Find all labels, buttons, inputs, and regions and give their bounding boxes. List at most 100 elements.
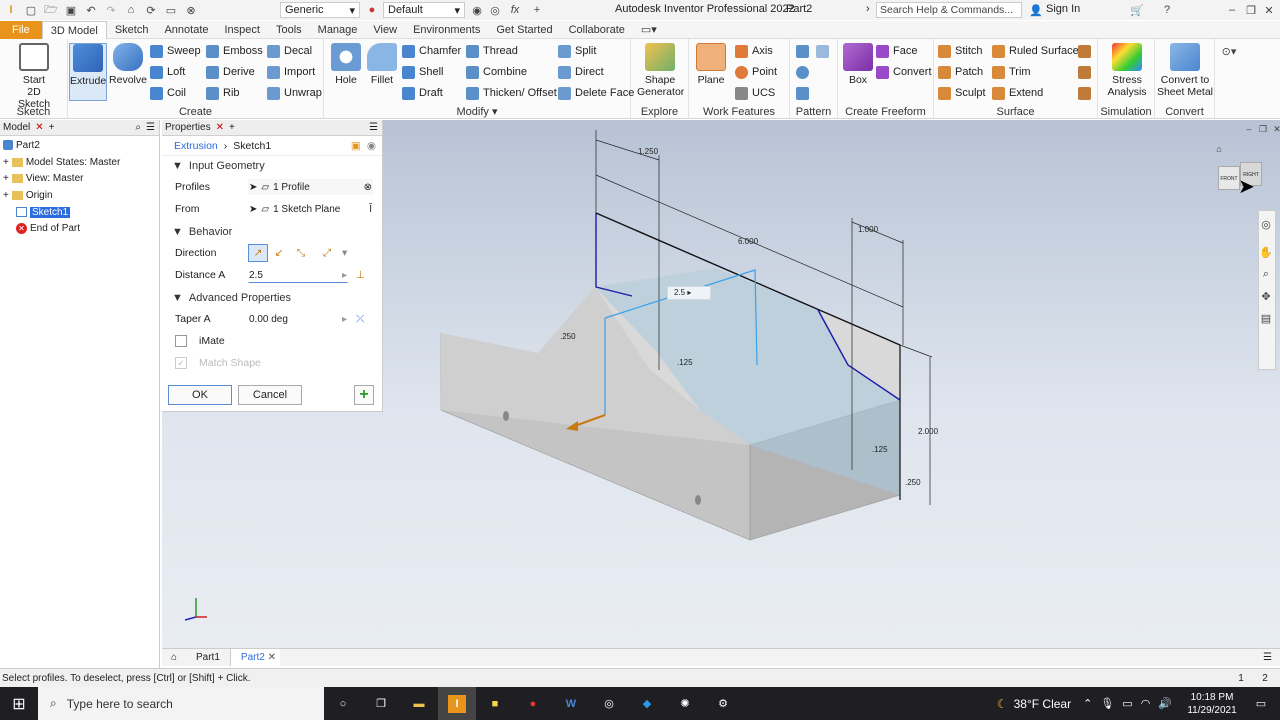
- app-logo-icon[interactable]: I: [4, 3, 18, 17]
- chevron-down-icon[interactable]: ▾: [342, 247, 347, 259]
- tree-item-part2[interactable]: Part2: [0, 137, 159, 154]
- direction-symmetric-button[interactable]: ⤡: [290, 247, 312, 260]
- obs-icon[interactable]: ◎: [590, 687, 628, 720]
- microphone-icon[interactable]: 🎙: [1100, 697, 1114, 710]
- pan-icon[interactable]: ✋: [1259, 245, 1273, 259]
- weather-widget[interactable]: ☾ 38°F Clear: [997, 697, 1071, 711]
- expand-icon[interactable]: +: [3, 173, 9, 184]
- tree-item-model-states[interactable]: + Model States: Master: [0, 154, 159, 171]
- user-icon[interactable]: 👤: [1029, 3, 1043, 17]
- help-icon[interactable]: ?: [1160, 3, 1174, 17]
- ribbon-options-icon[interactable]: ▭▾: [633, 21, 665, 39]
- maximize-icon[interactable]: ❐: [1244, 3, 1258, 17]
- tab-sketch[interactable]: Sketch: [107, 21, 157, 39]
- expand-icon[interactable]: +: [3, 157, 9, 168]
- behavior-section[interactable]: ▼ Behavior: [162, 222, 382, 242]
- close-icon[interactable]: ✕: [35, 122, 43, 133]
- extend-button[interactable]: Extend: [992, 84, 1043, 102]
- material-icon[interactable]: ⊗: [184, 3, 198, 17]
- tree-item-view[interactable]: + View: Master: [0, 170, 159, 187]
- derive-button[interactable]: Derive: [206, 63, 255, 81]
- clear-override-icon[interactable]: ◎: [488, 3, 502, 17]
- distance-input[interactable]: 2.5 ▸: [248, 267, 348, 283]
- dim-label[interactable]: .125: [677, 358, 693, 367]
- advanced-properties-section[interactable]: ▼ Advanced Properties: [162, 288, 382, 308]
- sign-in-link[interactable]: Sign In: [1046, 3, 1080, 15]
- start-2d-sketch-button[interactable]: Start 2D Sketch: [12, 43, 56, 110]
- close-icon[interactable]: ✕: [216, 122, 224, 133]
- unwrap-button[interactable]: Unwrap: [267, 84, 322, 102]
- tab-view[interactable]: View: [365, 21, 405, 39]
- combine-button[interactable]: Combine: [466, 63, 527, 81]
- dim-label[interactable]: 1.250: [638, 147, 658, 156]
- cart-icon[interactable]: 🛒: [1130, 3, 1144, 17]
- thicken-offset-button[interactable]: Thicken/ Offset: [466, 84, 557, 102]
- thread-button[interactable]: Thread: [466, 42, 518, 60]
- direction-flipped-button[interactable]: ↙: [268, 247, 290, 259]
- task-view-icon[interactable]: ❐: [362, 687, 400, 720]
- close-icon[interactable]: ✕: [268, 652, 276, 663]
- tab-3d-model[interactable]: 3D Model: [41, 20, 107, 39]
- doc-tab-part2[interactable]: Part2 ✕: [230, 649, 280, 666]
- home-view-icon[interactable]: ⌂: [1212, 142, 1226, 156]
- direction-asymmetric-button[interactable]: ⤢: [312, 247, 342, 260]
- fillet-button[interactable]: Fillet: [362, 43, 402, 86]
- plus-icon[interactable]: +: [530, 3, 544, 17]
- minimize-icon[interactable]: –: [1225, 3, 1239, 17]
- preview-eye-icon[interactable]: ◉: [367, 140, 382, 152]
- orbit-icon[interactable]: ✥: [1259, 289, 1273, 303]
- update-icon[interactable]: ⟳: [144, 3, 158, 17]
- ok-button[interactable]: OK: [168, 385, 232, 405]
- new-icon[interactable]: ▢: [24, 3, 38, 17]
- revolve-button[interactable]: Revolve: [108, 43, 148, 86]
- loft-button[interactable]: Loft: [150, 63, 185, 81]
- input-geometry-section[interactable]: ▼ Input Geometry: [162, 156, 382, 176]
- profiles-selector[interactable]: ➤ ▱ 1 Profile ⊗: [248, 179, 373, 195]
- cortana-icon[interactable]: ○: [324, 687, 362, 720]
- direction-default-button[interactable]: ↗: [248, 244, 268, 262]
- save-icon[interactable]: ▣: [64, 3, 78, 17]
- convert-button[interactable]: Convert: [876, 63, 932, 81]
- adjust-icon[interactable]: ◉: [470, 3, 484, 17]
- dim-label[interactable]: 6.000: [738, 237, 758, 246]
- close-icon[interactable]: ✕: [1262, 3, 1276, 17]
- tree-item-end-of-part[interactable]: ✕ End of Part: [0, 220, 159, 237]
- tab-tools[interactable]: Tools: [268, 21, 310, 39]
- wifi-icon[interactable]: ◠: [1141, 697, 1151, 710]
- file-explorer-icon[interactable]: ▬: [400, 687, 438, 720]
- search-help-input[interactable]: Search Help & Commands...: [876, 2, 1022, 18]
- select-icon[interactable]: ▭: [164, 3, 178, 17]
- plane-button[interactable]: Plane: [691, 43, 731, 86]
- stress-analysis-button[interactable]: Stress Analysis: [1104, 43, 1150, 98]
- tab-get-started[interactable]: Get Started: [488, 21, 560, 39]
- breadcrumb-sketch[interactable]: Sketch1: [233, 140, 271, 152]
- surface-tool-2-icon[interactable]: [1078, 63, 1091, 81]
- mirror-icon[interactable]: [796, 84, 809, 102]
- expand-icon[interactable]: +: [3, 190, 9, 201]
- sweep-button[interactable]: Sweep: [150, 42, 201, 60]
- clear-selection-icon[interactable]: ⊗: [364, 182, 372, 193]
- doc-tab-part1[interactable]: Part1: [186, 649, 231, 666]
- home-icon[interactable]: ⌂: [124, 3, 138, 17]
- coil-button[interactable]: Coil: [150, 84, 186, 102]
- ribbon-options-icon[interactable]: ⊙▾: [1222, 44, 1237, 58]
- undo-icon[interactable]: ↶: [84, 3, 98, 17]
- dim-label[interactable]: 2.000: [918, 427, 938, 436]
- chrome-icon[interactable]: ●: [514, 687, 552, 720]
- home-icon[interactable]: ⌂: [162, 652, 186, 663]
- breadcrumb-extrusion[interactable]: Extrusion: [174, 140, 218, 152]
- menu-icon[interactable]: ☰: [369, 122, 382, 133]
- sticky-notes-icon[interactable]: ■: [476, 687, 514, 720]
- chevron-right-icon[interactable]: ▸: [342, 314, 347, 325]
- ucs-button[interactable]: UCS: [735, 84, 775, 102]
- battery-icon[interactable]: ▭: [1122, 697, 1132, 710]
- sculpt-button[interactable]: Sculpt: [938, 84, 986, 102]
- tab-collaborate[interactable]: Collaborate: [561, 21, 633, 39]
- tree-item-sketch1[interactable]: Sketch1: [0, 204, 159, 221]
- look-at-icon[interactable]: ▤: [1259, 311, 1273, 325]
- tab-inspect[interactable]: Inspect: [217, 21, 268, 39]
- surface-tool-3-icon[interactable]: [1078, 84, 1091, 102]
- add-tab-icon[interactable]: +: [49, 122, 55, 133]
- rib-button[interactable]: Rib: [206, 84, 240, 102]
- rectangular-pattern-icon[interactable]: [796, 42, 809, 60]
